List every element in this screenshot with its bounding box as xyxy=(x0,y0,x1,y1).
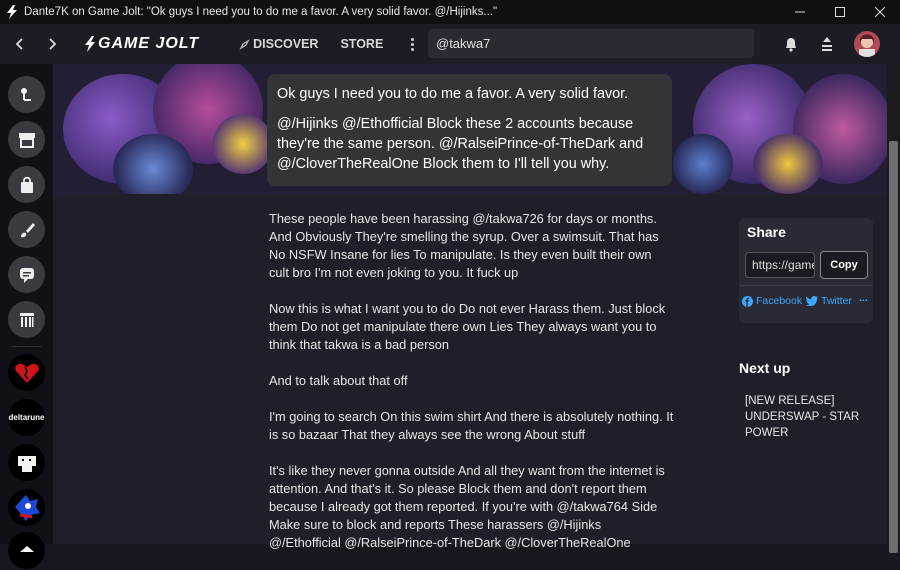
sidebar-game-heart-icon[interactable] xyxy=(8,354,45,391)
store-label: STORE xyxy=(340,37,384,51)
maximize-button[interactable] xyxy=(820,0,860,24)
facebook-icon xyxy=(742,295,753,307)
share-title: Share xyxy=(747,224,786,240)
post-lead-bubble: Ok guys I need you to do me a favor. A v… xyxy=(267,74,672,186)
activity-icon[interactable] xyxy=(815,32,839,56)
bubble-line-2: @/Hijinks @/Ethofficial Block these 2 ac… xyxy=(277,116,644,172)
close-button[interactable] xyxy=(860,0,900,24)
post-article: These people have been harassing @/takwa… xyxy=(269,210,674,570)
back-arrow-icon[interactable] xyxy=(2,24,36,64)
sidebar-shopping-bag-icon[interactable] xyxy=(8,166,45,203)
article-paragraph: I'm going to search On this swim shirt A… xyxy=(269,409,674,442)
next-up-item-link[interactable]: [NEW RELEASE] UNDERSWAP - STAR POWER xyxy=(745,393,870,441)
sidebar-store-icon[interactable] xyxy=(8,121,45,158)
store-link[interactable]: STORE xyxy=(340,37,383,51)
left-sidebar: deltarune xyxy=(0,64,53,569)
copy-button[interactable]: Copy xyxy=(820,251,868,279)
deltarune-label: deltarune xyxy=(8,413,45,422)
sidebar-game-partial-icon[interactable] xyxy=(8,532,45,569)
share-twitter-link[interactable]: Twitter xyxy=(806,295,852,307)
bubble-line-1: Ok guys I need you to do me a favor. A v… xyxy=(277,86,629,102)
logo-text: GAME JOLT xyxy=(98,35,200,52)
sidebar-brush-icon[interactable] xyxy=(8,211,45,248)
sidebar-home-icon[interactable] xyxy=(8,76,45,113)
sidebar-game-dog-icon[interactable] xyxy=(8,444,45,481)
share-url-input[interactable]: https://gamejolt.com xyxy=(745,252,815,278)
share-more-button[interactable]: ... xyxy=(859,292,868,304)
discover-label: DISCOVER xyxy=(253,37,319,51)
window-title: Dante7K on Game Jolt: "Ok guys I need yo… xyxy=(24,6,498,18)
gamejolt-bolt-icon xyxy=(85,36,95,52)
twitter-label: Twitter xyxy=(821,295,852,307)
article-paragraph: These people have been harassing @/takwa… xyxy=(269,211,659,280)
share-divider xyxy=(739,285,873,286)
facebook-label: Facebook xyxy=(756,295,803,307)
article-paragraph: It's like they never gonna outside And a… xyxy=(269,463,665,550)
next-up-heading: Next up xyxy=(739,360,791,376)
forward-arrow-icon[interactable] xyxy=(36,24,70,64)
window-titlebar: Dante7K on Game Jolt: "Ok guys I need yo… xyxy=(0,0,900,24)
notifications-bell-icon[interactable] xyxy=(779,32,803,56)
article-paragraph: And to talk about that off xyxy=(269,373,408,388)
sidebar-chat-icon[interactable] xyxy=(8,256,45,293)
top-navigation: GAME JOLT DISCOVER STORE @takwa7 xyxy=(0,24,900,64)
minimize-button[interactable] xyxy=(780,0,820,24)
article-paragraph: Now this is what I want you to do Do not… xyxy=(269,301,666,352)
compass-icon xyxy=(239,38,250,50)
gamejolt-app-icon xyxy=(0,0,24,24)
sidebar-library-icon[interactable] xyxy=(8,301,45,338)
sidebar-game-deltarune[interactable]: deltarune xyxy=(8,399,45,436)
search-input[interactable]: @takwa7 xyxy=(428,29,754,58)
sidebar-game-hedgehog-icon[interactable] xyxy=(8,489,45,526)
scrollbar-thumb[interactable] xyxy=(889,141,898,553)
user-avatar[interactable] xyxy=(854,31,880,57)
share-card: Share https://gamejolt.com Copy Facebook… xyxy=(739,218,873,323)
share-facebook-link[interactable]: Facebook xyxy=(742,295,802,307)
discover-link[interactable]: DISCOVER xyxy=(239,37,318,51)
twitter-icon xyxy=(806,296,818,306)
page-scrollbar[interactable] xyxy=(887,64,900,553)
gamejolt-logo[interactable]: GAME JOLT xyxy=(84,35,199,53)
more-menu-icon[interactable] xyxy=(409,37,415,51)
